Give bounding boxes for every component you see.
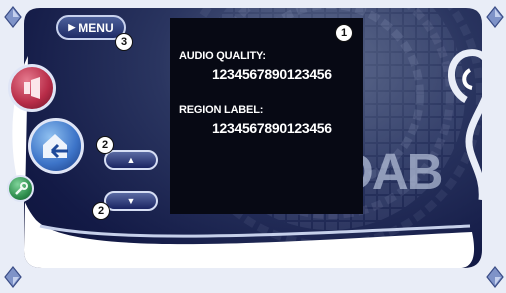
callout-badge-panel: 1	[335, 24, 353, 42]
scroll-down-icon[interactable]	[4, 266, 22, 288]
info-panel: AUDIO QUALITY: 1234567890123456 REGION L…	[170, 18, 363, 214]
scroll-down-icon[interactable]	[486, 266, 504, 288]
callout-badge-menu: 3	[115, 33, 133, 51]
callout-badge-down: 2	[92, 202, 110, 220]
callout-badge-up: 2	[96, 136, 114, 154]
up-button[interactable]: ▲	[104, 150, 158, 170]
scroll-up-icon[interactable]	[486, 6, 504, 28]
return-button[interactable]	[28, 118, 84, 174]
return-home-icon	[43, 134, 68, 159]
region-label-value: 1234567890123456	[212, 120, 332, 136]
source-button[interactable]	[8, 64, 56, 112]
audio-quality-label: AUDIO QUALITY:	[179, 50, 266, 62]
scroll-up-icon[interactable]	[4, 6, 22, 28]
down-button[interactable]: ▼	[104, 191, 158, 211]
play-triangle-icon: ▶	[68, 22, 76, 32]
region-label-label: REGION LABEL:	[179, 104, 264, 116]
dab-info-screen: DAB AUDIO QUALITY: 1234567890123456 REGI…	[0, 0, 506, 293]
tool-button[interactable]	[7, 175, 34, 202]
tool-icon	[14, 181, 28, 195]
menu-button-label: MENU	[78, 20, 114, 35]
audio-quality-value: 1234567890123456	[212, 66, 332, 82]
source-icon	[24, 77, 40, 99]
down-arrow-icon: ▼	[126, 196, 136, 206]
up-arrow-icon: ▲	[126, 155, 136, 165]
